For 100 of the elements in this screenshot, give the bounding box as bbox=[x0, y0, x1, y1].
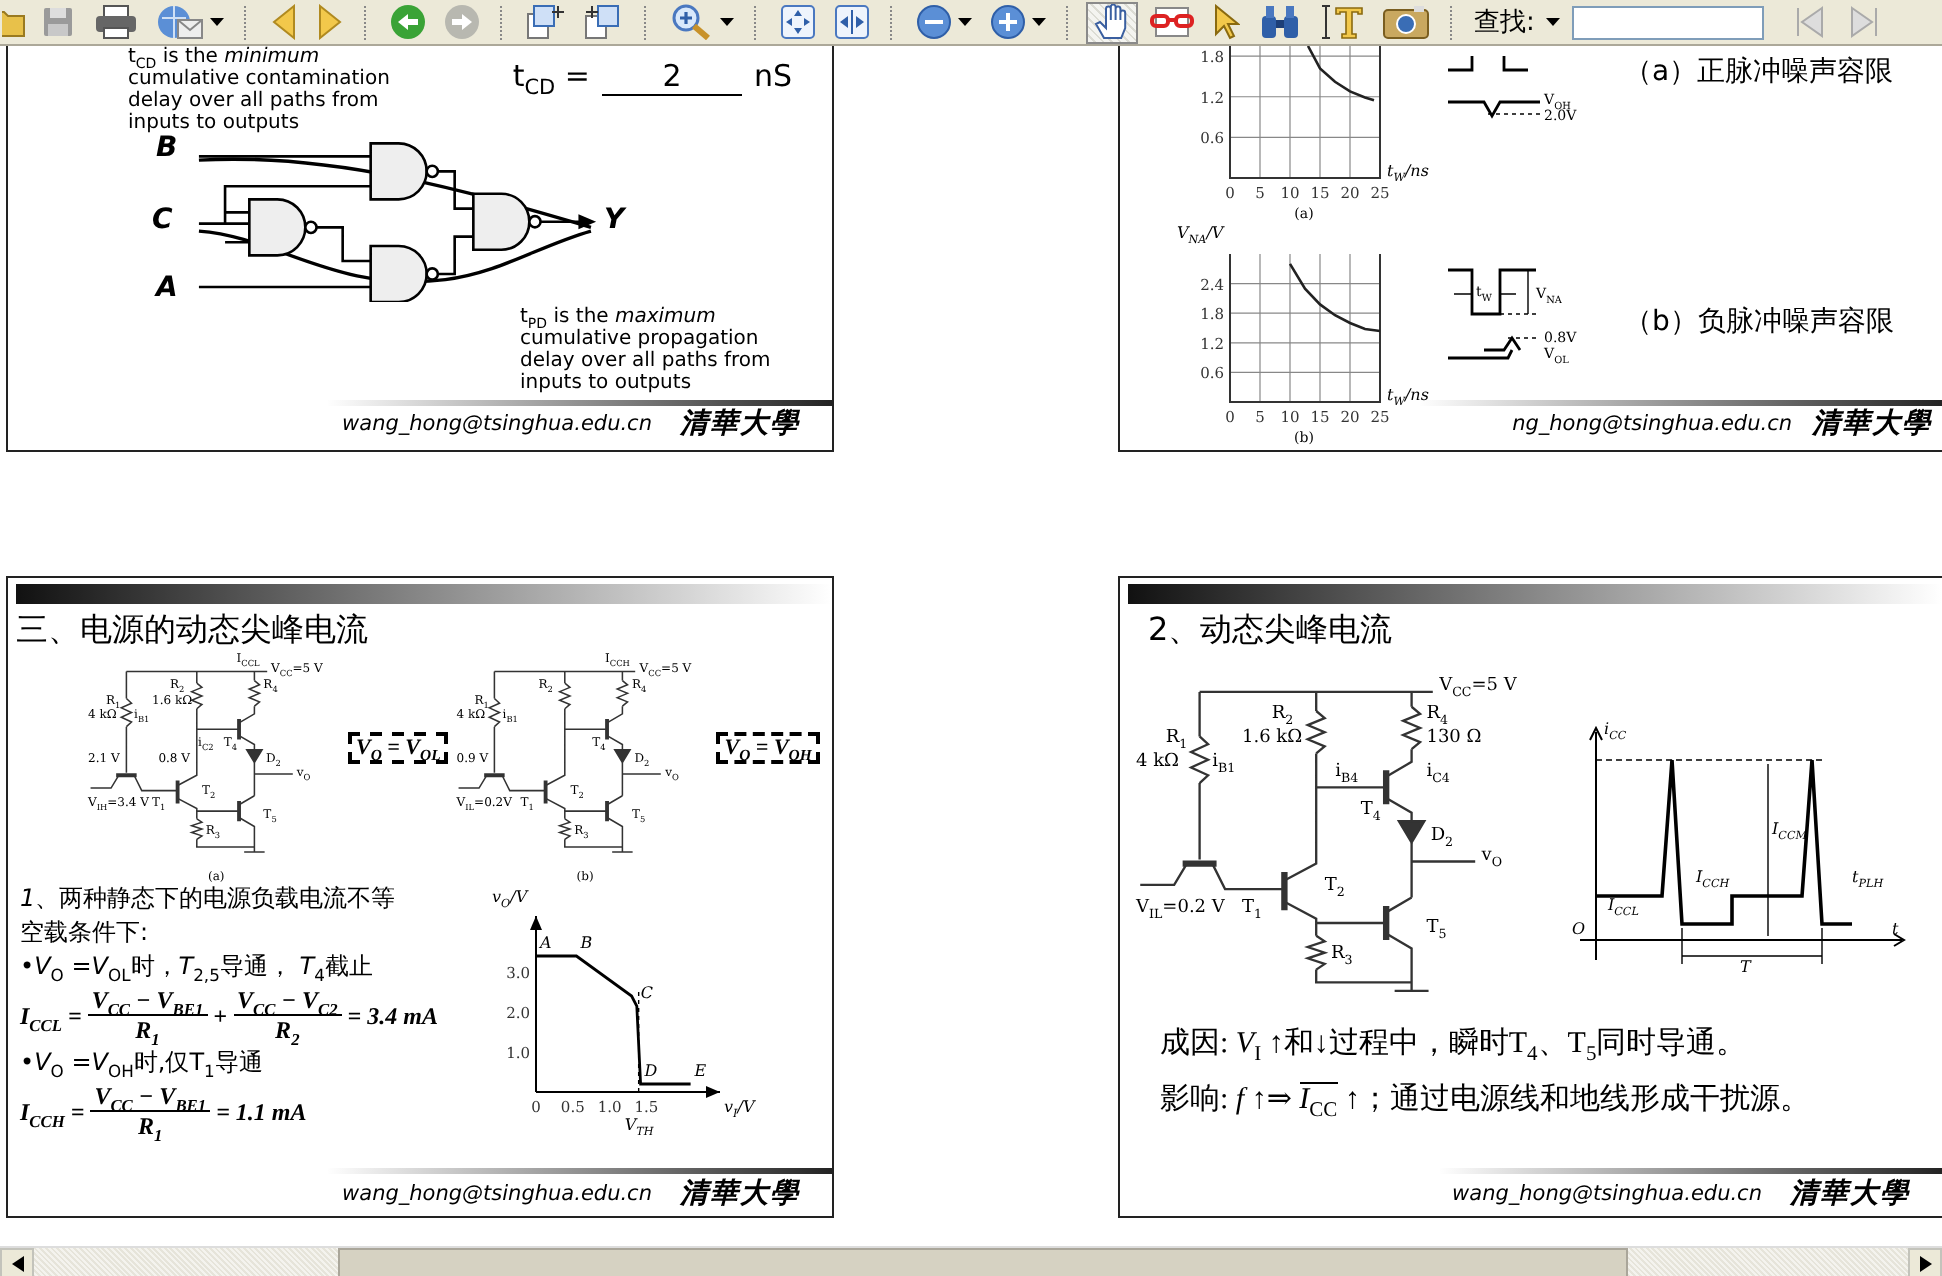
circuit-label: R$_{1}$ bbox=[1165, 727, 1188, 748]
data-line bbox=[1287, 263, 1380, 333]
forward-icon bbox=[444, 4, 480, 40]
axis-label: t$_{W}$/ns bbox=[1387, 386, 1429, 404]
circuit-label: R$_{2}$ bbox=[1271, 704, 1294, 725]
next-icon bbox=[1846, 4, 1883, 40]
university-logo: 清華大學 bbox=[1812, 406, 1932, 442]
point-label: B bbox=[580, 934, 593, 952]
slide-title: 三、电源的动态尖峰电流 bbox=[16, 608, 370, 652]
right-arrow-icon bbox=[1919, 1256, 1931, 1272]
state-box: V$_{O}$ = V$_{OL}$ bbox=[348, 732, 449, 764]
section-heading: （a）正脉冲噪声容限 bbox=[1624, 54, 1894, 90]
minus-circle-icon bbox=[916, 4, 952, 40]
horizontal-scrollbar[interactable] bbox=[0, 1246, 1942, 1276]
point-label: E bbox=[694, 1062, 707, 1080]
back-icon bbox=[390, 4, 426, 40]
waveform-label: t$_{PLH}$ bbox=[1852, 868, 1884, 886]
circuit-label: 4 kΩ bbox=[1136, 751, 1180, 772]
unit-text: nS bbox=[753, 58, 792, 94]
text-line: 成因: V$_{I}$ ↑和↓过程中，瞬时T$_{4}$、T$_{5}$同时导通。 bbox=[1160, 1025, 1749, 1066]
globe-envelope-icon bbox=[156, 4, 204, 40]
point-label: D bbox=[644, 1062, 658, 1080]
circuit-label: 1.6 kΩ bbox=[1242, 727, 1303, 748]
text-line: 1、两种静态下的电源负载电流不等 bbox=[20, 884, 398, 914]
axis-label: t$_{W}$/ns bbox=[1387, 162, 1429, 180]
formula-label: t$_{CD}$ = bbox=[512, 58, 590, 94]
waveform-label: I$_{CCL}$ bbox=[1607, 896, 1639, 914]
scrollbar-thumb[interactable] bbox=[338, 1248, 1628, 1276]
signal-label: B bbox=[156, 134, 178, 162]
formula-text: + bbox=[213, 1001, 228, 1029]
waveform-label: T bbox=[1740, 958, 1751, 976]
axis-label: v$_{O}$/V bbox=[492, 888, 528, 906]
section-heading: （b）负脉冲噪声容限 bbox=[1624, 303, 1894, 340]
pulse-drawing bbox=[1448, 54, 1542, 119]
waveform-label: I$_{CCH}$ bbox=[1696, 868, 1730, 886]
left-arrow-icon bbox=[11, 1256, 23, 1272]
print-icon bbox=[94, 4, 138, 40]
email-text: wang_hong@tsinghua.edu.cn bbox=[342, 1182, 652, 1206]
formula-text: I$_{CCL}$ = bbox=[20, 1001, 82, 1029]
caret-icon bbox=[210, 18, 224, 26]
circuit-label: R$_{4}$ bbox=[1426, 704, 1449, 725]
right-triangle-icon bbox=[316, 4, 344, 40]
previous-icon bbox=[1792, 4, 1829, 40]
left-triangle-icon bbox=[270, 4, 298, 40]
caret-icon bbox=[1032, 18, 1046, 26]
state-box: V$_{O}$ = V$_{OH}$ bbox=[716, 732, 820, 764]
hand-icon bbox=[1092, 4, 1132, 40]
circuit-label: T$_{5}$ bbox=[1426, 918, 1447, 939]
point-label: V$_{TH}$ bbox=[624, 1116, 654, 1134]
circuit-label: D$_{2}$ bbox=[1430, 825, 1454, 846]
caret-icon bbox=[1546, 18, 1561, 26]
text-cursor-icon bbox=[1320, 4, 1364, 40]
point-label: C bbox=[640, 984, 654, 1002]
fraction-denominator: R$_{1}$ bbox=[138, 1112, 163, 1140]
folder-icon bbox=[2, 6, 26, 38]
signal-label: C bbox=[152, 206, 173, 234]
axis-label: V$_{NA}$/V bbox=[1177, 224, 1224, 242]
fraction-denominator: R$_{1}$ bbox=[135, 1016, 160, 1044]
circuit-label: T$_{2}$ bbox=[1324, 876, 1345, 897]
university-logo: 清華大學 bbox=[680, 406, 800, 442]
email-text: wang_hong@tsinghua.edu.cn bbox=[1452, 1182, 1762, 1206]
reading-mode-button[interactable] bbox=[1144, 1, 1200, 43]
waveform-label: t bbox=[1892, 920, 1899, 938]
pointer-icon bbox=[1212, 4, 1240, 40]
university-logo: 清華大學 bbox=[680, 1176, 800, 1212]
camera-icon bbox=[1382, 4, 1430, 40]
scroll-right-button[interactable] bbox=[1908, 1248, 1942, 1276]
circuit-label: i$_{C4}$ bbox=[1426, 761, 1450, 782]
slide-title: 2、动态尖峰电流 bbox=[1148, 608, 1395, 652]
waveform-label: O bbox=[1572, 920, 1586, 938]
waveform-label: i$_{CC}$ bbox=[1604, 720, 1627, 738]
hand-tool-button[interactable] bbox=[1086, 1, 1138, 43]
circuit-label: i$_{B1}$ bbox=[1212, 751, 1236, 772]
caret-icon bbox=[720, 18, 734, 26]
email-text: ng_hong@tsinghua.edu.cn bbox=[1512, 412, 1792, 436]
point-label: A bbox=[540, 934, 552, 952]
caret-icon bbox=[958, 18, 972, 26]
search-field[interactable] bbox=[1572, 5, 1765, 39]
fit-width-icon bbox=[834, 4, 870, 40]
search-label: 查找: bbox=[1474, 6, 1535, 40]
circuit-label: 130 Ω bbox=[1426, 727, 1482, 748]
fraction-denominator: R$_{2}$ bbox=[275, 1016, 300, 1044]
circuit-label: R$_{3}$ bbox=[1331, 944, 1353, 965]
guide-line bbox=[637, 991, 640, 1093]
binoculars-icon bbox=[1258, 4, 1302, 40]
circuit-label: T$_{4}$ bbox=[1360, 800, 1381, 820]
circuit-label: V$_{IL}$=0.2 V bbox=[1136, 897, 1225, 918]
formula-text: = 3.4 mA bbox=[347, 1001, 438, 1029]
text-line: 影响: f ↑⇒ I$_{CC}$ ↑；通过电源线和地线形成干扰源。 bbox=[1160, 1080, 1812, 1122]
axis-label: v$_{I}$/V bbox=[724, 1098, 755, 1116]
circuit-label: i$_{B4}$ bbox=[1335, 761, 1359, 782]
magnifier-plus-icon bbox=[670, 4, 714, 40]
text-line: •V$_{O}$ =V$_{OL}$时，T$_{2,5}$导通， T$_{4}$截止 bbox=[20, 952, 375, 982]
answer-line: 2 bbox=[601, 58, 742, 96]
formula-text: I$_{CCH}$ = bbox=[20, 1097, 85, 1125]
pages-icon bbox=[584, 4, 624, 40]
scroll-left-button[interactable] bbox=[0, 1248, 34, 1276]
university-logo: 清華大學 bbox=[1790, 1176, 1910, 1212]
formula-text: = 1.1 mA bbox=[216, 1097, 307, 1125]
circuit-label: V$_{CC}$=5 V bbox=[1439, 676, 1517, 697]
